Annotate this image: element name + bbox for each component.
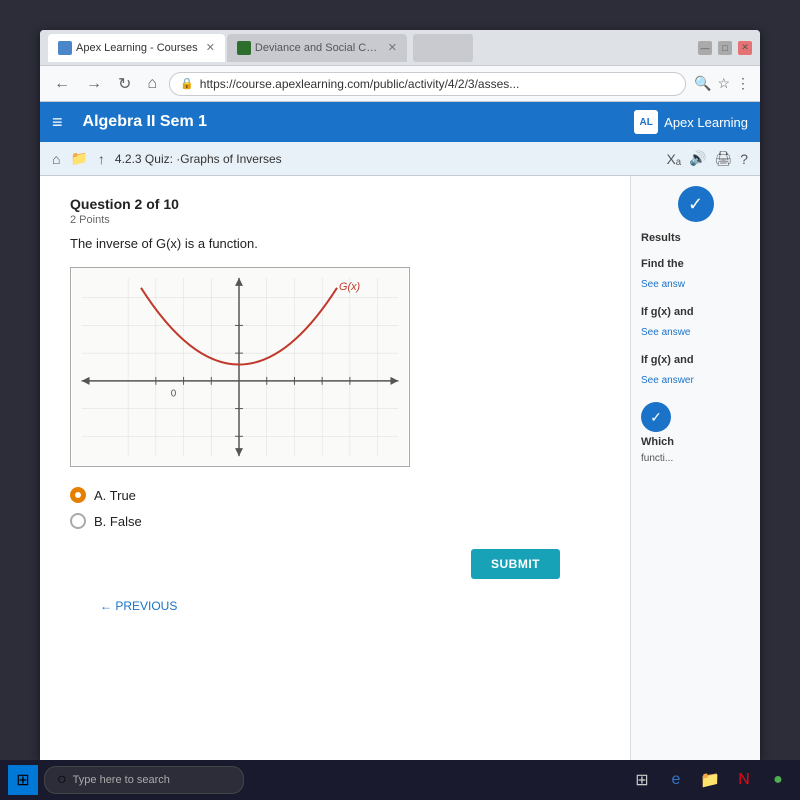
tab-bar: Apex Learning - Courses ✕ Deviance and S… [48,34,690,62]
sidebar-if1: If g(x) and See answe [641,306,750,340]
sidebar-results-title: Results [641,232,750,244]
quiz-title: 4.2.3 Quiz: ·Graphs of Inverses [115,152,657,166]
taskbar: ⊞ ○ Type here to search ⊞ e 📁 N ● [0,760,800,800]
tab-apex-close[interactable]: ✕ [206,41,215,54]
home-button[interactable]: ⌂ [143,73,161,95]
main-content: Question 2 of 10 2 Points The inverse of… [40,176,630,760]
answer-choices: A. True B. False [70,487,600,529]
question-number: Question 2 of 10 [70,196,600,212]
apex-toolbar-title: Algebra II Sem 1 [83,113,208,131]
radio-a[interactable] [70,487,86,503]
sidebar-which: ✓ Which functi... [641,402,750,466]
chrome-icon[interactable]: ● [764,766,792,794]
address-text: https://course.apexlearning.com/public/a… [200,77,520,91]
refresh-button[interactable]: ↻ [114,72,135,96]
graph-svg: G(x) 0 [71,268,409,466]
tab-apex[interactable]: Apex Learning - Courses ✕ [48,34,225,62]
right-sidebar: ✓ Results Find the See answ If g(x) and … [630,176,760,760]
radio-b[interactable] [70,513,86,529]
folder-icon[interactable]: 📁 [70,150,87,167]
search-icon: ○ [57,771,67,789]
tab-deviance[interactable]: Deviance and Social Con... ✕ [227,34,407,62]
apex-favicon [58,41,72,55]
translate-icon[interactable]: Xₐ [666,151,681,167]
apex-logo: AL Apex Learning [634,110,748,134]
edge-icon[interactable]: e [662,766,690,794]
quiz-actions: Xₐ 🔊 🖨 ? [666,150,748,167]
deviance-favicon [237,41,251,55]
apex-logo-text: Apex Learning [664,115,748,130]
maximize-button[interactable]: □ [718,41,732,55]
audio-icon[interactable]: 🔊 [689,150,706,167]
apex-logo-icon: AL [634,110,658,134]
apex-toolbar: ≡ Algebra II Sem 1 AL Apex Learning [40,102,760,142]
answer-choice-a[interactable]: A. True [70,487,600,503]
bottom-nav: ← PREVIOUS [70,579,600,633]
desktop: Apex Learning - Courses ✕ Deviance and S… [0,0,800,800]
sidebar-if1-link[interactable]: See answe [641,327,690,338]
sidebar-check-icon: ✓ [678,186,714,222]
content-area: Question 2 of 10 2 Points The inverse of… [40,176,760,760]
taskbar-icons: ⊞ e 📁 N ● [628,766,792,794]
answer-b-label: B. False [94,514,142,529]
question-points: 2 Points [70,214,600,226]
back-button[interactable]: ← [50,73,74,95]
sidebar-find-title: Find the [641,258,750,270]
bookmark-icon[interactable]: ☆ [717,75,730,92]
answer-choice-b[interactable]: B. False [70,513,600,529]
previous-button[interactable]: ← PREVIOUS [100,599,570,613]
sidebar-results: Results [641,232,750,244]
address-actions: 🔍 ☆ ⋮ [694,75,750,92]
task-view-icon[interactable]: ⊞ [628,766,656,794]
help-icon[interactable]: ? [740,151,748,167]
sidebar-if1-title: If g(x) and [641,306,750,318]
question-header: Question 2 of 10 2 Points [70,196,600,226]
explorer-icon[interactable]: 📁 [696,766,724,794]
svg-text:G(x): G(x) [339,281,360,293]
browser-window: Apex Learning - Courses ✕ Deviance and S… [40,30,760,760]
address-input[interactable]: 🔒 https://course.apexlearning.com/public… [169,72,686,96]
window-controls: — □ ✕ [698,41,752,55]
forward-button[interactable]: → [82,73,106,95]
tab-deviance-close[interactable]: ✕ [388,41,397,54]
taskbar-search[interactable]: ○ Type here to search [44,766,244,794]
upload-icon[interactable]: ↑ [98,151,105,167]
tab-apex-label: Apex Learning - Courses [76,42,198,54]
submit-button[interactable]: SUBMIT [471,549,560,579]
address-bar: ← → ↻ ⌂ 🔒 https://course.apexlearning.co… [40,66,760,102]
answer-a-label: A. True [94,488,136,503]
radio-a-inner [75,492,81,498]
title-bar: Apex Learning - Courses ✕ Deviance and S… [40,30,760,66]
minimize-button[interactable]: — [698,41,712,55]
submit-area: SUBMIT [70,549,600,579]
empty-tab [413,34,473,62]
start-button[interactable]: ⊞ [8,765,38,795]
search-icon[interactable]: 🔍 [694,75,711,92]
home-quiz-icon[interactable]: ⌂ [52,151,60,167]
sidebar-which-text: functi... [641,452,750,466]
quiz-toolbar: ⌂ 📁 ↑ 4.2.3 Quiz: ·Graphs of Inverses Xₐ… [40,142,760,176]
sidebar-if2-link[interactable]: See answer [641,375,694,386]
question-text: The inverse of G(x) is a function. [70,236,600,251]
taskbar-search-text: Type here to search [73,774,170,786]
sidebar-which-checkicon: ✓ [641,402,671,432]
sidebar-find-link[interactable]: See answ [641,279,685,290]
print-icon[interactable]: 🖨 [714,150,732,167]
sidebar-if2-title: If g(x) and [641,354,750,366]
sidebar-which-title: Which [641,436,750,448]
netflix-icon[interactable]: N [730,766,758,794]
menu-icon[interactable]: ⋮ [736,75,750,92]
lock-icon: 🔒 [180,77,194,90]
graph-container: G(x) 0 [70,267,410,467]
apex-menu-button[interactable]: ≡ [52,112,63,133]
svg-text:0: 0 [171,389,177,400]
sidebar-find: Find the See answ [641,258,750,292]
sidebar-if2: If g(x) and See answer [641,354,750,388]
tab-deviance-label: Deviance and Social Con... [255,42,380,54]
close-button[interactable]: ✕ [738,41,752,55]
